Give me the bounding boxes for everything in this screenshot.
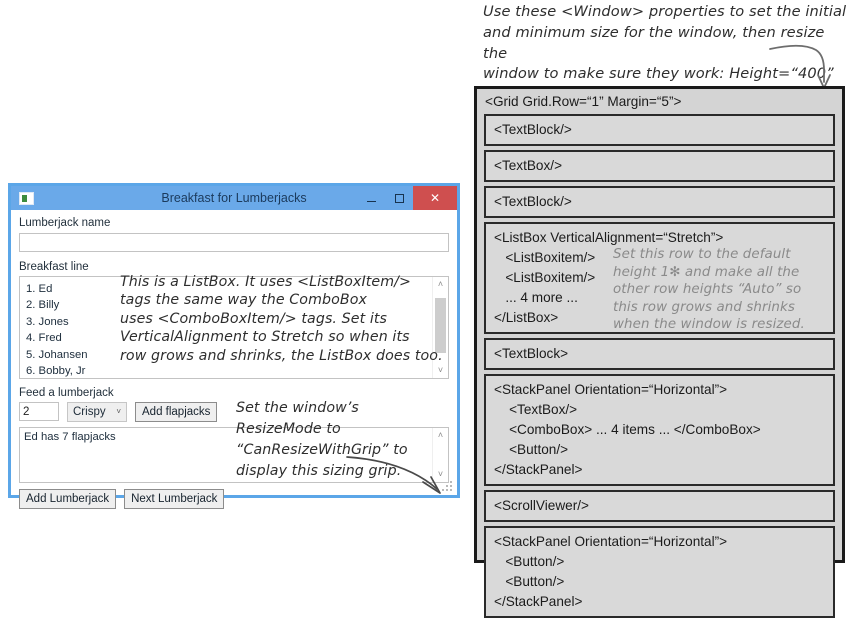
xaml-row-listbox: <ListBox VerticalAlignment=“Stretch”> <L… <box>484 222 835 334</box>
minimize-button[interactable] <box>357 186 385 210</box>
application-icon <box>19 191 34 205</box>
xaml-line: <TextBlock> <box>494 346 569 361</box>
annotation-line: VerticalAlignment to Stretch so when its <box>120 329 410 346</box>
close-button[interactable]: ✕ <box>413 186 457 210</box>
annotation-line: when the window is resized. <box>613 317 805 333</box>
xaml-line: <ComboBox> ... 4 items ... </ComboBox> <box>494 422 761 437</box>
xaml-line: </StackPanel> <box>494 594 583 609</box>
xaml-line: <StackPanel Orientation=“Horizontal”> <box>494 534 728 549</box>
xaml-line: <TextBox/> <box>494 402 578 417</box>
annotation-line: height 1✻ and make all the <box>613 264 800 280</box>
chevron-down-icon: ˅ <box>116 407 121 416</box>
xaml-line: <TextBox/> <box>494 158 563 173</box>
listbox-annotation: This is a ListBox. It uses <ListBoxItem/… <box>120 273 450 365</box>
xaml-row-list: <TextBlock/> <TextBox/> <TextBlock/> <Li… <box>477 114 842 625</box>
minimize-icon <box>366 200 376 202</box>
xaml-line: <ListBox VerticalAlignment=“Stretch”> <box>494 230 724 245</box>
list-item[interactable]: 6. Bobby, Jr <box>26 363 432 377</box>
next-lumberjack-button[interactable]: Next Lumberjack <box>124 488 225 509</box>
xaml-line: <TextBlock/> <box>494 122 572 137</box>
annotation-line: uses <ComboBoxItem/> tags. Set its <box>120 310 388 327</box>
annotation-line: row grows and shrinks, the ListBox does … <box>120 347 443 364</box>
window-controls: ✕ <box>357 186 457 210</box>
annotation-line: tags the same way the ComboBox <box>120 292 367 309</box>
annotation-line: This is a ListBox. It uses <ListBoxItem/… <box>120 274 412 290</box>
flapjack-quantity-input[interactable] <box>19 402 59 421</box>
xaml-row-scrollviewer: <ScrollViewer/> <box>484 490 835 522</box>
annotation-line: other row heights “Auto” so <box>613 282 802 298</box>
xaml-grid-open-tag: <Grid Grid.Row=“1” Margin=“5”> <box>477 89 842 114</box>
annotation-line: this row grows and shrinks <box>613 299 795 315</box>
annotation-line: Set this row to the default <box>613 247 791 262</box>
annotation-line: ResizeMode to <box>236 421 341 437</box>
xaml-row-stackpanel-2: <StackPanel Orientation=“Horizontal”> <B… <box>484 526 835 618</box>
xaml-line: <StackPanel Orientation=“Horizontal”> <box>494 382 728 397</box>
maximize-icon <box>394 193 404 203</box>
xaml-structure-diagram: <Grid Grid.Row=“1” Margin=“5”> <TextBloc… <box>474 86 845 618</box>
note-pointer-arrow-icon <box>769 44 831 89</box>
xaml-row-textbox: <TextBox/> <box>484 150 835 182</box>
combobox-value: Crispy <box>73 405 106 418</box>
xaml-line: <ScrollViewer/> <box>494 498 589 513</box>
xaml-line: <Button/> <box>494 554 565 569</box>
feed-lumberjack-label: Feed a lumberjack <box>19 386 114 399</box>
listbox-row-height-annotation: Set this row to the default height 1✻ an… <box>613 246 838 334</box>
xaml-line: <Button/> <box>494 442 569 457</box>
xaml-row-stackpanel-1: <StackPanel Orientation=“Horizontal”> <T… <box>484 374 835 486</box>
xaml-row-textblock-2: <TextBlock/> <box>484 186 835 218</box>
sizing-grip-pointer-arrow-icon <box>346 456 441 494</box>
xaml-row-textblock-1: <TextBlock/> <box>484 114 835 146</box>
lumberjack-name-input[interactable] <box>19 232 449 252</box>
xaml-line: <TextBlock/> <box>494 194 572 209</box>
xaml-row-textblock-3: <TextBlock> <box>484 338 835 370</box>
window-titlebar[interactable]: Breakfast for Lumberjacks ✕ <box>11 186 457 210</box>
xaml-line: </StackPanel> <box>494 462 583 477</box>
add-flapjacks-button[interactable]: Add flapjacks <box>135 401 218 422</box>
maximize-button[interactable] <box>385 186 413 210</box>
annotation-line: Set the window’s <box>236 400 359 416</box>
crispiness-combobox[interactable]: Crispy ˅ <box>67 401 127 422</box>
xaml-line: <Button/> <box>494 574 565 589</box>
note-line: Use these <Window> properties to set the… <box>483 3 847 20</box>
add-lumberjack-button[interactable]: Add Lumberjack <box>19 488 117 509</box>
lumberjack-name-label: Lumberjack name <box>19 217 111 229</box>
breakfast-line-label: Breakfast line <box>19 260 89 273</box>
